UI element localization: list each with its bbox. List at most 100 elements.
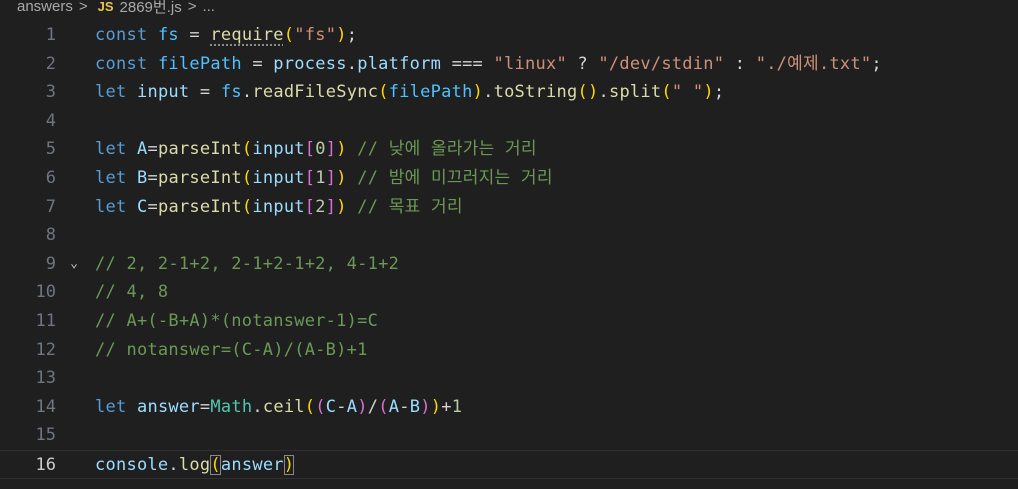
code-token: = xyxy=(147,139,158,160)
fold-chevron-icon[interactable]: ⌄ xyxy=(66,256,82,272)
code-token: ) xyxy=(336,168,347,188)
code-token: = xyxy=(178,25,211,45)
code-token: console xyxy=(95,455,169,475)
code-token: split xyxy=(608,82,662,103)
code-token: parseInt xyxy=(157,168,242,188)
code-line[interactable]: 4 xyxy=(0,107,1018,136)
code-token: ; xyxy=(346,25,358,45)
line-number: 9 xyxy=(45,253,56,274)
code-token: B xyxy=(136,168,148,188)
code-line[interactable]: 5 let A=parseInt(input[0]) // 낮에 올라가는 거리 xyxy=(0,135,1018,164)
line-number: 7 xyxy=(45,196,56,217)
chevron-right-icon: > xyxy=(187,0,197,15)
code-text: // 4, 8 xyxy=(95,278,168,307)
code-token: answer xyxy=(220,455,284,475)
code-text: let answer=Math.ceil((C-A)/(A-B))+1 xyxy=(95,393,462,422)
line-number: 3 xyxy=(45,82,56,103)
code-editor[interactable]: 1 const fs = require("fs"); 2 const filePat… xyxy=(0,21,1018,489)
code-token: 0 xyxy=(315,139,326,160)
breadcrumb-symbols[interactable]: ... xyxy=(202,0,215,15)
line-number: 12 xyxy=(35,339,56,360)
code-token: ] xyxy=(325,139,337,160)
code-token: Math xyxy=(210,396,253,417)
code-token: parseInt xyxy=(157,139,242,160)
breadcrumb: answers > JS 2869번.js > ... xyxy=(0,0,1018,20)
code-token: require xyxy=(210,25,284,45)
code-line[interactable]: 14 let answer=Math.ceil((C-A)/(A-B))+1 xyxy=(0,393,1018,422)
code-token: log xyxy=(178,455,211,475)
code-line[interactable]: 13 xyxy=(0,364,1018,393)
code-token: () xyxy=(577,82,599,103)
javascript-file-icon: JS xyxy=(97,0,114,14)
code-token: "fs" xyxy=(294,25,337,45)
code-token: = xyxy=(147,168,158,188)
line-number: 8 xyxy=(45,225,56,246)
code-line[interactable]: 12 // notanswer=(C-A)/(A-B)+1 xyxy=(0,336,1018,365)
code-line[interactable]: 9 ⌄ // 2, 2-1+2, 2-1+2-1+2, 4-1+2 xyxy=(0,250,1018,279)
code-token: toString xyxy=(493,82,578,103)
code-line[interactable]: 7 let C=parseInt(input[2]) // 목표 거리 xyxy=(0,193,1018,222)
code-token: // 4, 8 xyxy=(95,282,169,303)
code-token: ( xyxy=(241,139,253,160)
code-line[interactable]: 1 const fs = require("fs"); xyxy=(0,21,1018,50)
code-token: platform xyxy=(357,53,442,74)
code-token: ) xyxy=(703,82,714,103)
line-number: 2 xyxy=(45,53,56,74)
code-token: 2 xyxy=(315,196,326,217)
code-token: filePath xyxy=(157,53,242,74)
code-line[interactable]: 2 const filePath = process.platform === "… xyxy=(0,50,1018,79)
code-token: = xyxy=(147,196,158,217)
code-token: filePath xyxy=(388,82,473,103)
code-token: // 밤에 미끄러지는 거리 xyxy=(346,168,553,188)
code-line[interactable]: 3 let input = fs.readFileSync(filePath).t… xyxy=(0,78,1018,107)
code-token: ( xyxy=(241,168,253,188)
code-line[interactable]: 16 console.log(answer) xyxy=(0,450,1018,479)
code-token: ; xyxy=(713,82,725,103)
breadcrumb-file[interactable]: 2869번.js xyxy=(120,0,182,17)
code-token: // 낮에 올라가는 거리 xyxy=(346,139,537,160)
code-token: A xyxy=(136,139,148,160)
code-line[interactable]: 15 xyxy=(0,421,1018,450)
code-token: fs xyxy=(220,82,242,103)
code-line[interactable]: 8 xyxy=(0,221,1018,250)
code-token: [ xyxy=(304,139,316,160)
code-token: ) xyxy=(420,396,431,417)
code-token: ? xyxy=(566,53,599,74)
code-token: . xyxy=(252,396,263,417)
chevron-right-icon: > xyxy=(78,0,88,15)
code-token: parseInt xyxy=(157,196,242,217)
code-token: - xyxy=(336,396,347,417)
code-token: . xyxy=(168,455,179,475)
code-text: let C=parseInt(input[2]) // 목표 거리 xyxy=(95,193,463,222)
code-token: ( xyxy=(661,82,672,103)
breadcrumb-folder[interactable]: answers xyxy=(17,0,73,15)
code-text: let B=parseInt(input[1]) // 밤에 미끄러지는 거리 xyxy=(95,164,553,193)
code-token: A xyxy=(388,396,400,417)
code-token: input xyxy=(252,168,305,188)
code-token: "linux" xyxy=(493,53,567,74)
code-token: ) xyxy=(336,139,347,160)
code-token: answer xyxy=(136,396,200,417)
code-token: ) xyxy=(283,455,295,475)
code-line[interactable]: 10 // 4, 8 xyxy=(0,278,1018,307)
code-token: // 2, 2-1+2, 2-1+2-1+2, 4-1+2 xyxy=(95,253,400,274)
code-token: // A+(-B+A)*(notanswer-1)=C xyxy=(95,311,379,331)
code-token: let xyxy=(95,139,127,160)
code-token: / xyxy=(367,396,379,417)
line-number: 14 xyxy=(35,396,56,417)
code-token: ( xyxy=(210,455,221,475)
code-line[interactable]: 6 let B=parseInt(input[1]) // 밤에 미끄러지는 거리 xyxy=(0,164,1018,193)
code-token: . xyxy=(346,53,358,74)
code-token: ) xyxy=(336,25,347,45)
code-token: let xyxy=(95,168,127,188)
code-text: const filePath = process.platform === "l… xyxy=(95,50,882,79)
code-token: // notanswer=(C-A)/(A-B)+1 xyxy=(95,339,368,360)
code-token: . xyxy=(598,82,609,103)
code-token: ) xyxy=(357,396,368,417)
code-line[interactable]: 11 // A+(-B+A)*(notanswer-1)=C xyxy=(0,307,1018,336)
code-token: [ xyxy=(304,168,316,188)
